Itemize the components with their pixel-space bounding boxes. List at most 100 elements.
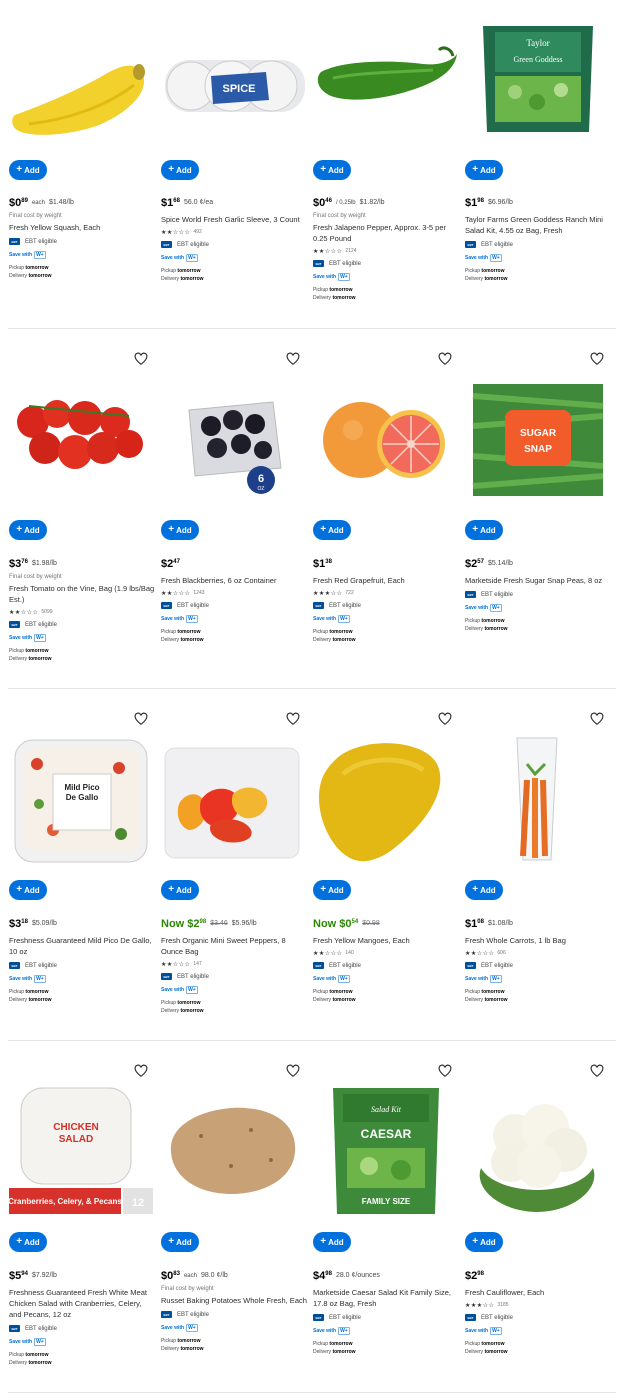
caesar-kit-image[interactable]: Salad Kit CAESAR FAMILY SIZE: [313, 1086, 459, 1216]
product-grid: + Add $0 89 each $1.48/lb Final cost by weight…: [0, 0, 626, 1396]
product-title[interactable]: Fresh Blackberries, 6 oz Container: [161, 575, 307, 586]
delivery-date: tomorrow: [332, 295, 356, 301]
mini-peppers-image[interactable]: [161, 734, 307, 864]
delivery-line: Delivery tomorrow: [465, 1348, 611, 1356]
save-with-wplus-link[interactable]: Save with W+: [465, 254, 611, 262]
add-to-cart-button[interactable]: + Add: [465, 160, 503, 180]
product-title[interactable]: Marketside Fresh Sugar Snap Peas, 8 oz: [465, 575, 611, 586]
product-title[interactable]: Spice World Fresh Garlic Sleeve, 3 Count: [161, 214, 307, 225]
add-to-cart-button[interactable]: + Add: [161, 160, 199, 180]
delivery-label: Delivery: [465, 276, 484, 282]
favorite-heart-icon[interactable]: [590, 712, 604, 726]
current-price: $1 08: [465, 918, 484, 930]
pickup-label: Pickup: [465, 989, 481, 995]
price-line: Now $0 54 $0.98: [313, 918, 459, 932]
add-to-cart-button[interactable]: + Add: [313, 520, 351, 540]
add-to-cart-button[interactable]: + Add: [9, 1232, 47, 1252]
mango-image[interactable]: [313, 734, 459, 864]
product-title[interactable]: Taylor Farms Green Goddess Ranch Mini Sa…: [465, 214, 611, 236]
cauliflower-image[interactable]: [465, 1086, 611, 1216]
blackberries-image[interactable]: 6 OZ: [161, 376, 307, 506]
add-to-cart-button[interactable]: + Add: [9, 160, 47, 180]
favorite-heart-icon[interactable]: [134, 352, 148, 366]
ebt-eligible: EBT EBT eligible: [161, 241, 307, 248]
save-with-wplus-link[interactable]: Save with W+: [161, 254, 307, 262]
product-title[interactable]: Freshness Guaranteed Fresh White Meat Ch…: [9, 1287, 155, 1320]
product-title[interactable]: Fresh Jalapeno Pepper, Approx. 3-5 per 0…: [313, 222, 459, 244]
favorite-heart-icon[interactable]: [590, 352, 604, 366]
ebt-eligible: EBT EBT eligible: [161, 973, 307, 980]
favorite-heart-icon[interactable]: [286, 712, 300, 726]
add-to-cart-button[interactable]: + Add: [313, 1232, 351, 1252]
product-title[interactable]: Fresh Red Grapefruit, Each: [313, 575, 459, 586]
favorite-heart-icon[interactable]: [438, 352, 452, 366]
add-to-cart-button[interactable]: + Add: [313, 160, 351, 180]
add-to-cart-button[interactable]: + Add: [9, 880, 47, 900]
salad-kit-image[interactable]: Taylor Green Goddess: [465, 20, 611, 150]
product-title[interactable]: Fresh Tomato on the Vine, Bag (1.9 lbs/B…: [9, 583, 155, 605]
delivery-label: Delivery: [9, 656, 28, 662]
product-title[interactable]: Russet Baking Potatoes Whole Fresh, Each: [161, 1295, 307, 1306]
pickup-label: Pickup: [465, 268, 481, 274]
product-title[interactable]: Fresh Organic Mini Sweet Peppers, 8 Ounc…: [161, 935, 307, 957]
add-to-cart-button[interactable]: + Add: [161, 880, 199, 900]
pickup-line: Pickup tomorrow: [9, 647, 155, 655]
save-with-wplus-link[interactable]: Save with W+: [313, 615, 459, 623]
add-to-cart-button[interactable]: + Add: [161, 1232, 199, 1252]
favorite-heart-icon[interactable]: [134, 712, 148, 726]
row-divider: [8, 1392, 616, 1393]
yellow-squash-image[interactable]: [9, 20, 155, 150]
plus-icon: +: [472, 884, 479, 895]
pickup-date: tomorrow: [481, 1341, 505, 1347]
star-rating-icon: ★★☆☆☆: [161, 229, 191, 236]
save-with-wplus-link[interactable]: Save with W+: [9, 251, 155, 259]
fulfillment-info: Pickup tomorrow Delivery tomorrow: [465, 988, 611, 1004]
delivery-line: Delivery tomorrow: [9, 655, 155, 663]
save-with-wplus-link[interactable]: Save with W+: [465, 1327, 611, 1335]
jalapeno-image[interactable]: [313, 20, 459, 150]
favorite-heart-icon[interactable]: [286, 352, 300, 366]
favorite-heart-icon[interactable]: [286, 1064, 300, 1078]
save-with-wplus-link[interactable]: Save with W+: [465, 604, 611, 612]
product-title[interactable]: Fresh Yellow Squash, Each: [9, 222, 155, 233]
add-to-cart-button[interactable]: + Add: [465, 880, 503, 900]
product-title[interactable]: Fresh Whole Carrots, 1 lb Bag: [465, 935, 611, 946]
product-title[interactable]: Marketside Caesar Salad Kit Family Size,…: [313, 1287, 459, 1309]
add-to-cart-button[interactable]: + Add: [465, 520, 503, 540]
chicken-salad-image[interactable]: CHICKEN SALAD Cranberries, Celery, & Pecan…: [9, 1086, 155, 1216]
save-with-wplus-link[interactable]: Save with W+: [161, 1324, 307, 1332]
save-with-wplus-link[interactable]: Save with W+: [9, 975, 155, 983]
save-with-wplus-link[interactable]: Save with W+: [9, 634, 155, 642]
save-with-wplus-link[interactable]: Save with W+: [313, 273, 459, 281]
price-per-label: each: [183, 1273, 197, 1279]
save-with-wplus-link[interactable]: Save with W+: [9, 1338, 155, 1346]
tomato-vine-image[interactable]: [9, 376, 155, 506]
add-to-cart-button[interactable]: + Add: [313, 880, 351, 900]
favorite-heart-icon[interactable]: [134, 1064, 148, 1078]
save-with-wplus-link[interactable]: Save with W+: [313, 975, 459, 983]
product-title[interactable]: Fresh Yellow Mangoes, Each: [313, 935, 459, 946]
save-with-wplus-link[interactable]: Save with W+: [161, 986, 307, 994]
product-title[interactable]: Fresh Cauliflower, Each: [465, 1287, 611, 1298]
pickup-label: Pickup: [161, 1000, 177, 1006]
add-to-cart-button[interactable]: + Add: [161, 520, 199, 540]
favorite-heart-icon[interactable]: [438, 712, 452, 726]
pico-de-gallo-image[interactable]: Mild Pico De Gallo: [9, 734, 155, 864]
unit-price: $5.09/lb: [31, 920, 57, 927]
favorite-heart-icon[interactable]: [590, 1064, 604, 1078]
save-with-wplus-link[interactable]: Save with W+: [313, 1327, 459, 1335]
grapefruit-image[interactable]: [313, 376, 459, 506]
walmart-plus-icon: W+: [34, 634, 46, 642]
garlic-sleeve-image[interactable]: SPICE: [161, 20, 307, 150]
add-to-cart-button[interactable]: + Add: [465, 1232, 503, 1252]
carrots-image[interactable]: [465, 734, 611, 864]
favorite-heart-icon[interactable]: [438, 1064, 452, 1078]
potato-image[interactable]: [161, 1086, 307, 1216]
save-with-wplus-link[interactable]: Save with W+: [161, 615, 307, 623]
ebt-eligible: EBT EBT eligible: [465, 241, 611, 248]
product-title[interactable]: Freshness Guaranteed Mild Pico De Gallo,…: [9, 935, 155, 957]
snap-peas-image[interactable]: SUGAR SNAP: [465, 376, 611, 506]
save-with-wplus-link[interactable]: Save with W+: [465, 975, 611, 983]
fulfillment-info: Pickup tomorrow Delivery tomorrow: [313, 1340, 459, 1356]
add-to-cart-button[interactable]: + Add: [9, 520, 47, 540]
